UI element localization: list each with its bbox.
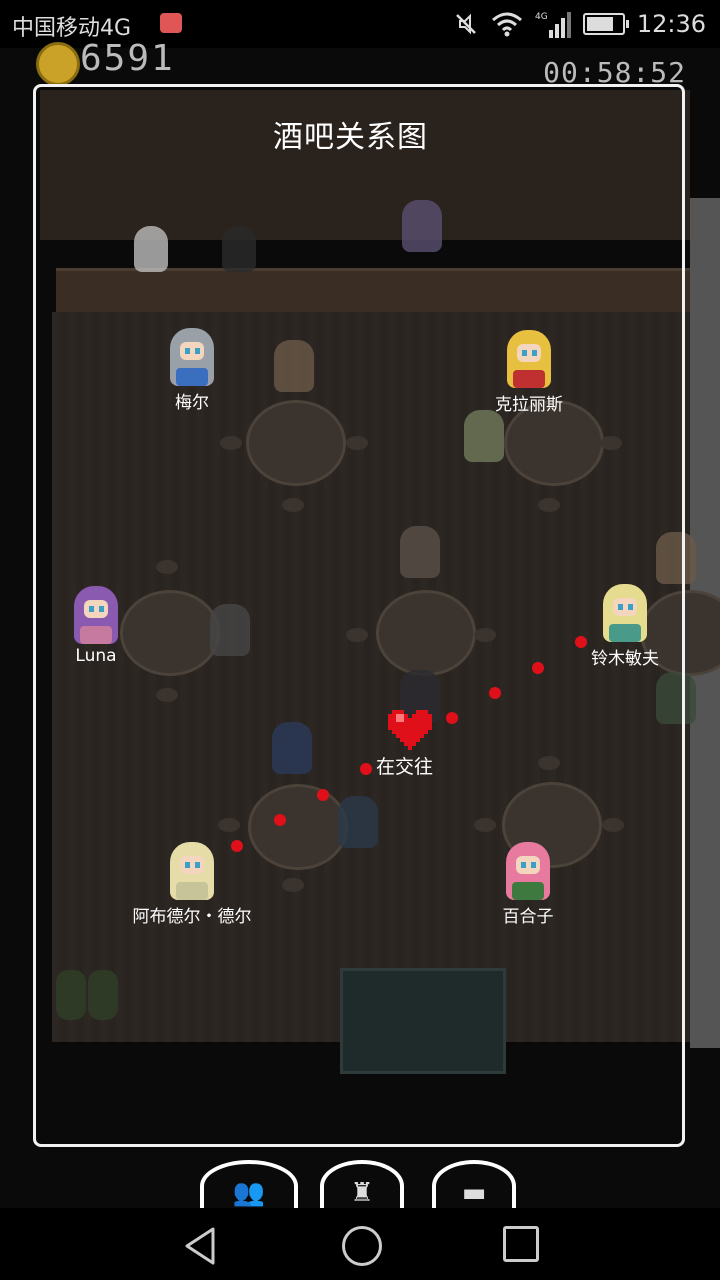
mail-icon — [160, 13, 182, 33]
clock: 12:36 — [636, 10, 706, 38]
panel-title: 酒吧关系图 — [273, 120, 428, 155]
recent-apps-icon[interactable] — [503, 1226, 539, 1262]
character-name: 梅尔 — [175, 393, 209, 413]
chef-menu-button[interactable]: ♜ — [320, 1160, 404, 1212]
back-icon[interactable] — [182, 1226, 218, 1266]
relation-link-dot — [489, 687, 501, 699]
relation-link-dot — [575, 636, 587, 648]
chef-icon: ♜ — [350, 1178, 374, 1208]
network-type: 4G — [535, 12, 548, 22]
relation-link-dot — [231, 840, 243, 852]
character-luna[interactable]: Luna — [56, 586, 136, 666]
signal-icon: 4G — [535, 12, 571, 38]
heart-icon — [388, 710, 432, 750]
relationship-label: 在交往 — [376, 756, 434, 778]
relation-link-dot — [532, 662, 544, 674]
relation-link-dot — [274, 814, 286, 826]
character-yuriko[interactable]: 百合子 — [488, 842, 568, 927]
character-name: 百合子 — [502, 907, 554, 927]
navigation-bar — [0, 1208, 720, 1280]
character-suzuki-toshio[interactable]: 铃木敏夫 — [580, 584, 670, 669]
character-abdul-del[interactable]: 阿布德尔・德尔 — [120, 842, 264, 927]
gold-counter: 6591 — [80, 38, 175, 79]
character-name: Luna — [75, 646, 117, 666]
relation-link-dot — [317, 789, 329, 801]
character-clarisse[interactable]: 克拉丽斯 — [474, 330, 584, 415]
inventory-menu-button[interactable]: ▬ — [432, 1160, 516, 1212]
status-icons: 4G 12:36 — [453, 8, 706, 40]
wifi-icon — [491, 12, 522, 37]
character-sprite — [74, 586, 118, 644]
character-name: 铃木敏夫 — [591, 649, 659, 669]
people-icon: 👥 — [232, 1178, 266, 1208]
characters-menu-button[interactable]: 👥 — [200, 1160, 298, 1212]
character-mel[interactable]: 梅尔 — [152, 328, 232, 413]
home-icon[interactable] — [342, 1226, 382, 1266]
mute-icon — [455, 13, 476, 35]
character-sprite — [170, 842, 214, 900]
relation-link-dot — [360, 763, 372, 775]
box-icon: ▬ — [461, 1178, 487, 1208]
coin-icon — [36, 42, 80, 86]
battery-icon — [582, 13, 629, 35]
character-sprite — [507, 330, 551, 388]
character-sprite — [603, 584, 647, 642]
character-sprite — [170, 328, 214, 386]
relation-link-dot — [446, 712, 458, 724]
character-sprite — [506, 842, 550, 900]
character-name: 克拉丽斯 — [495, 395, 563, 415]
character-name: 阿布德尔・德尔 — [132, 907, 252, 927]
